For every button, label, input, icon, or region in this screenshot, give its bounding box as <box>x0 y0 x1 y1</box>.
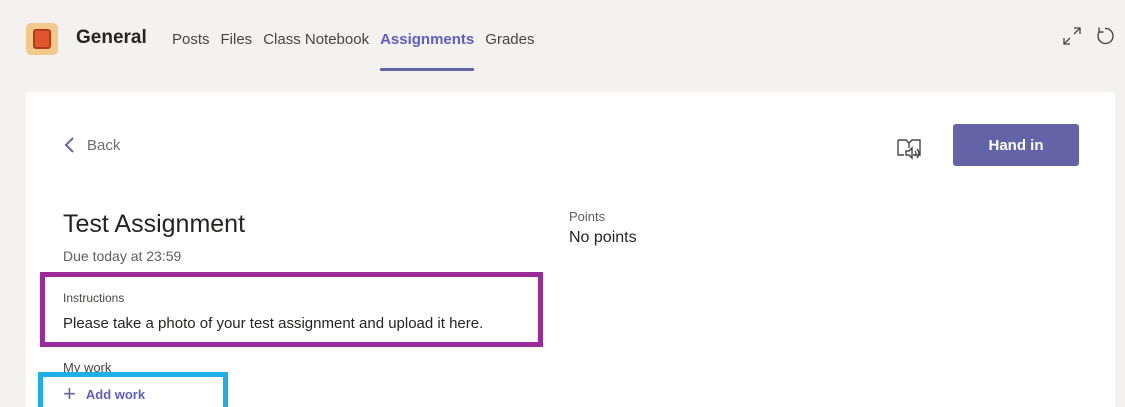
points-label: Points <box>569 209 606 224</box>
chevron-left-icon <box>64 137 74 153</box>
instructions-highlight-box <box>40 272 543 347</box>
due-date: Due today at 23:59 <box>63 248 182 264</box>
instructions-text: Please take a photo of your test assignm… <box>63 315 484 332</box>
team-logo-icon[interactable] <box>26 23 58 55</box>
assignment-card: Back Hand in Test Assignment Due today a… <box>26 92 1115 407</box>
back-label: Back <box>87 136 121 154</box>
instructions-label: Instructions <box>63 291 125 305</box>
tab-files[interactable]: Files <box>221 0 253 76</box>
tab-class-notebook[interactable]: Class Notebook <box>263 0 369 76</box>
add-work-label: Add work <box>85 386 146 402</box>
tab-posts[interactable]: Posts <box>172 0 210 76</box>
tab-assignments[interactable]: Assignments <box>380 0 475 76</box>
channel-header: General Posts Files Class Notebook Assig… <box>0 0 1125 76</box>
assignment-title: Test Assignment <box>63 210 246 238</box>
immersive-reader-icon[interactable] <box>895 134 923 162</box>
hand-in-button[interactable]: Hand in <box>953 124 1079 166</box>
channel-tabs: Posts Files Class Notebook Assignments G… <box>172 0 545 76</box>
channel-name: General <box>76 27 147 48</box>
add-work-button[interactable]: + Add work <box>63 381 146 406</box>
plus-icon: + <box>63 381 76 406</box>
back-button[interactable]: Back <box>63 135 120 155</box>
tab-grades[interactable]: Grades <box>485 0 534 76</box>
expand-icon[interactable] <box>1060 24 1084 48</box>
refresh-icon[interactable] <box>1093 24 1117 48</box>
points-value: No points <box>569 229 637 246</box>
